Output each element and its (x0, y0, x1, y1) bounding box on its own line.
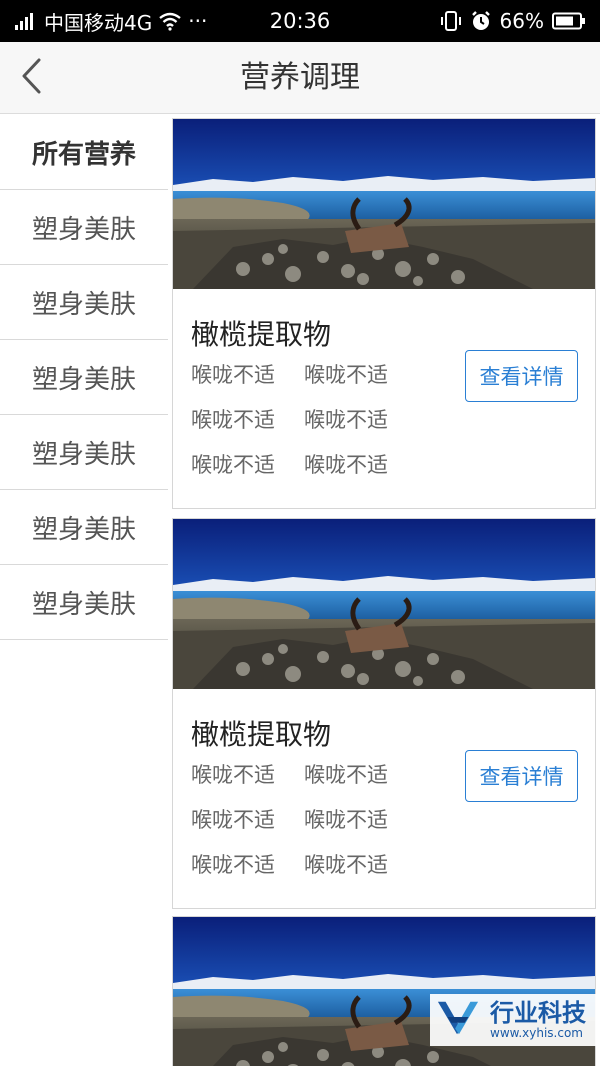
product-list[interactable]: 橄榄提取物 喉咙不适 喉咙不适 喉咙不适 喉咙不适 喉咙不适 喉咙不适 查看详情… (172, 115, 596, 1066)
symptom-tag: 喉咙不适 (191, 853, 275, 877)
symptom-tag: 喉咙不适 (191, 763, 275, 787)
battery-icon (552, 12, 586, 30)
symptom-tag: 喉咙不适 (304, 363, 388, 387)
alarm-icon (470, 10, 492, 32)
symptom-tags: 喉咙不适 喉咙不适 喉咙不适 喉咙不适 喉咙不适 喉咙不适 (191, 753, 431, 888)
wifi-icon (158, 11, 182, 31)
sidebar-item-label: 塑身美肤 (31, 589, 136, 620)
sidebar-item-label: 塑身美肤 (31, 289, 136, 320)
product-image (173, 519, 595, 689)
sidebar-item-slimming[interactable]: 塑身美肤 (0, 265, 168, 340)
symptom-tag: 喉咙不适 (304, 853, 388, 877)
symptom-tags: 喉咙不适 喉咙不适 喉咙不适 喉咙不适 喉咙不适 喉咙不适 (191, 353, 431, 488)
sidebar-item-label: 塑身美肤 (31, 439, 136, 470)
symptom-tag: 喉咙不适 (304, 763, 388, 787)
view-details-button[interactable]: 查看详情 (465, 350, 578, 402)
product-title: 橄榄提取物 (191, 318, 332, 351)
sidebar-item-slimming[interactable]: 塑身美肤 (0, 340, 168, 415)
sidebar-item-label: 所有营养 (31, 139, 136, 170)
page-title: 营养调理 (240, 60, 360, 95)
vibrate-icon (440, 10, 462, 32)
product-title: 橄榄提取物 (191, 718, 332, 751)
watermark-url: www.xyhis.com (490, 1026, 583, 1040)
sidebar-item-slimming[interactable]: 塑身美肤 (0, 490, 168, 565)
symptom-tag: 喉咙不适 (191, 363, 275, 387)
symptom-tag: 喉咙不适 (191, 453, 275, 477)
category-sidebar: 所有营养 塑身美肤 塑身美肤 塑身美肤 塑身美肤 塑身美肤 塑身美肤 (0, 115, 168, 640)
sidebar-item-label: 塑身美肤 (31, 214, 136, 245)
status-bar: 中国移动4G ··· 20:36 66% (0, 0, 600, 42)
sidebar-item-slimming[interactable]: 塑身美肤 (0, 565, 168, 640)
sidebar-item-label: 塑身美肤 (31, 514, 136, 545)
product-card[interactable]: 橄榄提取物 喉咙不适 喉咙不适 喉咙不适 喉咙不适 喉咙不适 喉咙不适 查看详情 (172, 118, 596, 509)
product-card[interactable]: 橄榄提取物 喉咙不适 喉咙不适 喉咙不适 喉咙不适 喉咙不适 喉咙不适 查看详情 (172, 518, 596, 909)
more-dots: ··· (188, 9, 208, 33)
clock: 20:36 (269, 9, 331, 33)
symptom-tag: 喉咙不适 (304, 408, 388, 432)
sidebar-item-slimming[interactable]: 塑身美肤 (0, 415, 168, 490)
nav-header: 营养调理 (0, 42, 600, 114)
sidebar-item-label: 塑身美肤 (31, 364, 136, 395)
sidebar-item-all[interactable]: 所有营养 (0, 115, 168, 190)
brand-logo-icon (434, 996, 482, 1044)
watermark-logo: 行业科技 www.xyhis.com (430, 994, 600, 1046)
watermark-name: 行业科技 (490, 999, 586, 1027)
back-button[interactable] (8, 52, 56, 104)
chevron-left-icon (19, 57, 45, 99)
symptom-tag: 喉咙不适 (304, 808, 388, 832)
signal-icon (14, 11, 38, 31)
carrier-label: 中国移动4G (44, 10, 153, 35)
battery-label: 66% (499, 9, 544, 33)
product-image (173, 119, 595, 289)
view-details-button[interactable]: 查看详情 (465, 750, 578, 802)
symptom-tag: 喉咙不适 (304, 453, 388, 477)
symptom-tag: 喉咙不适 (191, 408, 275, 432)
sidebar-item-slimming[interactable]: 塑身美肤 (0, 190, 168, 265)
symptom-tag: 喉咙不适 (191, 808, 275, 832)
